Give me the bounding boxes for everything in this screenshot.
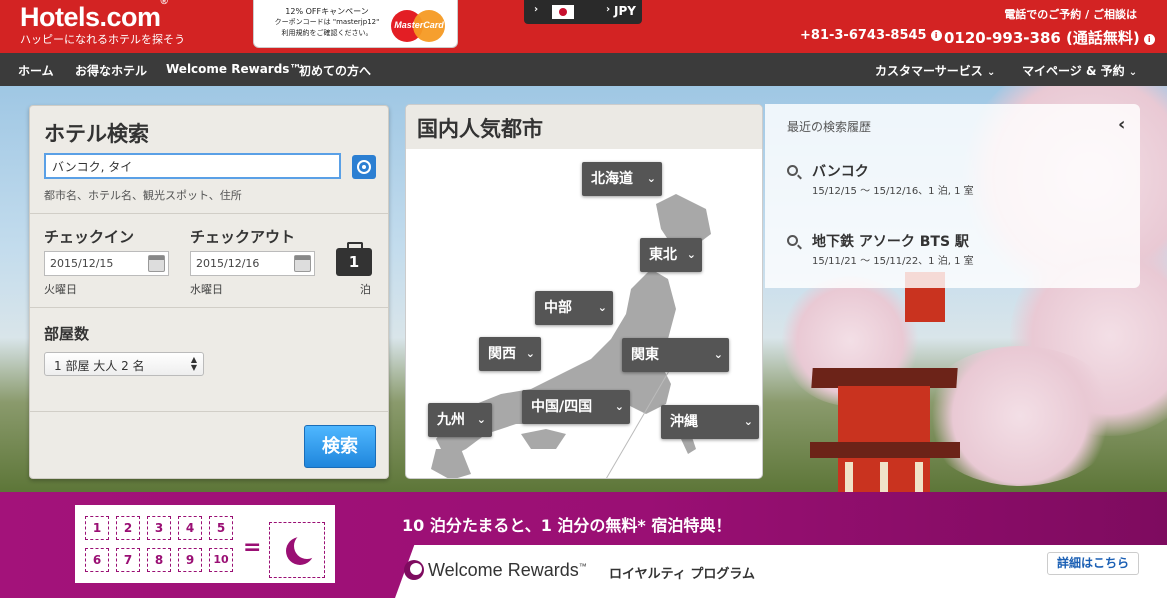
nav-item-rewards[interactable]: Welcome Rewards™ bbox=[166, 62, 301, 76]
divider bbox=[30, 213, 388, 214]
stepper-arrows-icon: ▲ ▼ bbox=[190, 355, 197, 372]
stamp: 7 bbox=[116, 548, 140, 572]
site-header: Hotels.com® ハッピーになれるホテルを探そう 12% OFFキャンペー… bbox=[0, 0, 1167, 53]
locate-button[interactable] bbox=[352, 155, 376, 179]
map-title: 国内人気都市 bbox=[417, 117, 543, 141]
stamp: 2 bbox=[116, 516, 140, 540]
main-nav: ホーム お得なホテル Welcome Rewards™ 初めての方へ カスタマー… bbox=[0, 53, 1167, 86]
stamp: 1 bbox=[85, 516, 109, 540]
chevron-right-icon: › bbox=[606, 4, 611, 15]
chevron-down-icon: ⌄ bbox=[476, 413, 486, 426]
checkout-input[interactable]: 2015/12/16 bbox=[190, 251, 315, 276]
nav-item-deals[interactable]: お得なホテル bbox=[75, 62, 147, 79]
chevron-down-icon: ⌄ bbox=[614, 400, 624, 413]
rewards-program-label: ロイヤルティ プログラム bbox=[609, 567, 755, 582]
checkin-label: チェックイン bbox=[44, 228, 135, 246]
search-title: ホテル検索 bbox=[44, 122, 149, 146]
search-icon bbox=[787, 235, 798, 246]
chevron-down-icon: ⌄ bbox=[646, 172, 656, 185]
nights-label: 泊 bbox=[360, 283, 371, 296]
stamp: 4 bbox=[178, 516, 202, 540]
search-button[interactable]: 検索 bbox=[304, 425, 376, 468]
equals-sign: = bbox=[243, 535, 262, 560]
chevron-down-icon: ⌄ bbox=[686, 248, 696, 261]
destination-input[interactable]: バンコク, タイ bbox=[44, 153, 341, 179]
rooms-select[interactable]: 1 部屋 大人 2 名 ▲ ▼ bbox=[44, 352, 204, 376]
stamp: 3 bbox=[147, 516, 171, 540]
nights-count: 1 bbox=[336, 242, 372, 276]
promo-banner[interactable]: 12% OFFキャンペーン クーポンコードは "masterjp12" 利用規約… bbox=[253, 0, 458, 48]
region-kyushu[interactable]: 九州 ⌄ bbox=[428, 403, 492, 437]
history-item-dates: 15/11/21 〜 15/11/22、1 泊, 1 室 bbox=[812, 256, 974, 267]
stamp: 8 bbox=[147, 548, 171, 572]
chevron-down-icon: ⌄ bbox=[743, 415, 753, 428]
chevron-down-icon: ⌄ bbox=[986, 67, 996, 78]
phone-international: +81-3-6743-8545 i bbox=[800, 28, 942, 43]
region-tohoku[interactable]: 東北 ⌄ bbox=[640, 238, 702, 272]
search-icon bbox=[787, 165, 798, 176]
mastercard-logo: MasterCard bbox=[391, 10, 447, 42]
nav-item-home[interactable]: ホーム bbox=[18, 62, 54, 79]
region-okinawa[interactable]: 沖縄 ⌄ bbox=[661, 405, 759, 439]
nav-item-first-time[interactable]: 初めての方へ bbox=[299, 62, 371, 79]
divider bbox=[30, 307, 388, 308]
nav-item-mypage[interactable]: マイページ & 予約 ⌄ bbox=[1022, 62, 1137, 79]
history-item-name[interactable]: 地下鉄 アソーク BTS 駅 bbox=[812, 231, 969, 251]
history-title: 最近の検索履歴 bbox=[787, 120, 872, 134]
stamp-card: 1 2 3 4 5 6 7 8 9 10 = bbox=[75, 505, 335, 583]
divider bbox=[30, 411, 388, 412]
search-history-panel: 最近の検索履歴 ‹ バンコク 15/12/15 〜 15/12/16、1 泊, … bbox=[765, 104, 1140, 288]
hotels-logo[interactable]: Hotels.com® bbox=[20, 0, 168, 33]
region-kanto[interactable]: 関東 ⌄ bbox=[622, 338, 729, 372]
stamp: 9 bbox=[178, 548, 202, 572]
rooms-label: 部屋数 bbox=[44, 325, 90, 343]
free-night-stamp bbox=[269, 522, 325, 578]
stamp: 10 bbox=[209, 548, 233, 572]
tagline: ハッピーになれるホテルを探そう bbox=[20, 33, 185, 46]
hotel-search-panel: ホテル検索 バンコク, タイ 都市名、ホテル名、観光スポット、住所 チェックイン… bbox=[29, 105, 389, 479]
details-button[interactable]: 詳細はこちら bbox=[1047, 552, 1139, 575]
checkin-input[interactable]: 2015/12/15 bbox=[44, 251, 169, 276]
region-kansai[interactable]: 関西 ⌄ bbox=[479, 337, 541, 371]
promo-text: 12% OFFキャンペーン クーポンコードは "masterjp12" 利用規約… bbox=[274, 7, 380, 37]
checkin-weekday: 火曜日 bbox=[44, 283, 77, 296]
nav-item-customer-service[interactable]: カスタマーサービス ⌄ bbox=[875, 62, 995, 79]
japan-flag-icon bbox=[552, 5, 574, 19]
welcome-rewards-logo-icon bbox=[404, 560, 424, 580]
currency-code: JPY bbox=[614, 4, 636, 18]
map-header: 国内人気都市 bbox=[406, 105, 762, 149]
rewards-brand: Welcome Rewards™ bbox=[428, 560, 587, 580]
phone-tollfree: 0120-993-386 (通話無料) i bbox=[944, 27, 1155, 48]
collapse-chevron-icon[interactable]: ‹ bbox=[1118, 114, 1125, 135]
history-item-dates: 15/12/15 〜 15/12/16、1 泊, 1 室 bbox=[812, 186, 974, 197]
destination-hint: 都市名、ホテル名、観光スポット、住所 bbox=[44, 189, 242, 202]
chevron-down-icon: ⌄ bbox=[597, 301, 607, 314]
moon-icon bbox=[286, 533, 320, 565]
chevron-right-icon: › bbox=[534, 4, 539, 15]
region-chubu[interactable]: 中部 ⌄ bbox=[535, 291, 613, 325]
popular-cities-map: 国内人気都市 北海道 ⌄ 東北 ⌄ 中部 ⌄ 関西 ⌄ 関東 ⌄ 九州 ⌄ 中国/四国 ⌄ 沖… bbox=[405, 104, 763, 479]
calendar-icon[interactable] bbox=[148, 255, 165, 272]
checkout-label: チェックアウト bbox=[190, 228, 296, 246]
contact-label: 電話でのご予約 / ご相談は bbox=[1004, 8, 1137, 21]
stamp: 6 bbox=[85, 548, 109, 572]
rewards-headline: 10 泊分たまると、1 泊分の無料* 宿泊特典！ bbox=[402, 516, 732, 535]
history-item-name[interactable]: バンコク bbox=[812, 161, 869, 181]
calendar-icon[interactable] bbox=[294, 255, 311, 272]
stamp: 5 bbox=[209, 516, 233, 540]
info-icon[interactable]: i bbox=[930, 30, 942, 41]
region-chugoku-shikoku[interactable]: 中国/四国 ⌄ bbox=[522, 390, 630, 424]
rewards-banner[interactable]: 1 2 3 4 5 6 7 8 9 10 = 10 泊分たまると、1 泊分の無料… bbox=[0, 492, 1167, 598]
chevron-down-icon: ⌄ bbox=[525, 347, 535, 360]
chevron-down-icon: ⌄ bbox=[1128, 67, 1138, 78]
info-icon[interactable]: i bbox=[1143, 34, 1155, 45]
currency-selector[interactable]: › › JPY bbox=[524, 0, 642, 24]
chevron-down-icon: ⌄ bbox=[713, 348, 723, 361]
checkout-weekday: 水曜日 bbox=[190, 283, 223, 296]
region-hokkaido[interactable]: 北海道 ⌄ bbox=[582, 162, 662, 196]
